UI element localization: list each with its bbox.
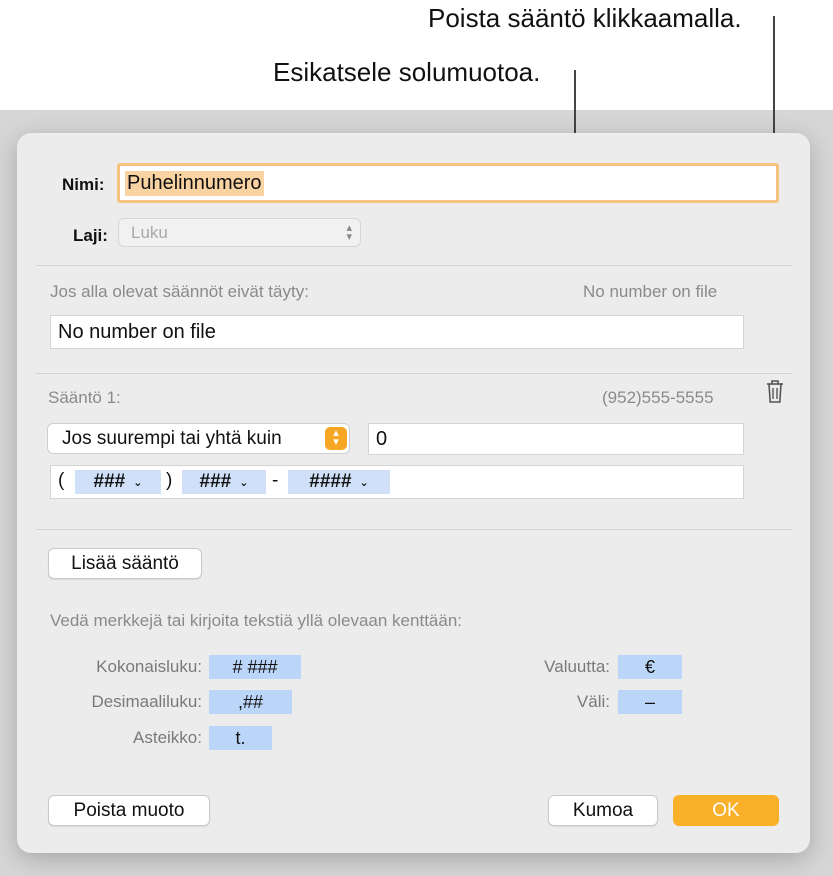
rule-value-input[interactable]: 0: [368, 423, 744, 455]
callout-preview-format: Esikatsele solumuotoa.: [273, 57, 541, 87]
chevron-down-icon: ⌄: [239, 476, 249, 489]
chevron-updown-icon: ▴ ▾: [346, 222, 352, 243]
format-token[interactable]: #### ⌄: [288, 470, 390, 494]
fallback-input-value: No number on file: [58, 320, 216, 343]
integer-label: Kokonaisluku:: [96, 657, 202, 676]
delete-format-button[interactable]: Poista muoto: [48, 795, 210, 826]
chevron-down-icon: ⌄: [359, 476, 369, 489]
rule-title: Sääntö 1:: [48, 388, 121, 407]
name-label: Nimi:: [62, 175, 105, 194]
fallback-preview: No number on file: [583, 282, 718, 301]
ok-button[interactable]: OK: [673, 795, 779, 826]
type-label: Laji:: [73, 226, 108, 245]
integer-chip[interactable]: # ###: [209, 655, 301, 679]
type-select-value: Luku: [131, 222, 168, 242]
currency-label: Valuutta:: [544, 657, 610, 676]
rule-preview: (952)555-5555: [602, 388, 714, 407]
format-token[interactable]: ### ⌄: [75, 470, 161, 494]
type-select[interactable]: Luku ▴ ▾: [118, 218, 361, 247]
currency-chip[interactable]: €: [618, 655, 682, 679]
spacing-label: Väli:: [576, 692, 610, 711]
separator: [36, 265, 792, 266]
format-close-paren: ): [166, 470, 173, 491]
palette-hint: Vedä merkkejä tai kirjoita tekstiä yllä …: [50, 611, 463, 630]
scale-label: Asteikko:: [133, 728, 202, 747]
format-token-text: ###: [93, 471, 126, 492]
chevron-updown-icon: ▴ ▾: [325, 427, 347, 450]
format-dash: -: [272, 470, 279, 491]
chevron-down-icon: ⌄: [133, 476, 143, 489]
format-open-paren: (: [58, 470, 65, 491]
cancel-button[interactable]: Kumoa: [548, 795, 658, 826]
trash-icon[interactable]: [764, 378, 786, 406]
rule-condition-value: Jos suurempi tai yhtä kuin: [62, 427, 282, 449]
fallback-input[interactable]: No number on file: [50, 315, 744, 349]
name-input[interactable]: Puhelinnumero: [117, 163, 779, 203]
separator: [36, 373, 792, 374]
name-input-value: Puhelinnumero: [125, 170, 264, 196]
callout-delete-rule: Poista sääntö klikkaamalla.: [428, 3, 742, 33]
add-rule-button[interactable]: Lisää sääntö: [48, 548, 202, 579]
format-token[interactable]: ### ⌄: [182, 470, 266, 494]
fallback-label: Jos alla olevat säännöt eivät täyty:: [50, 282, 309, 301]
decimal-chip[interactable]: ,##: [209, 690, 292, 714]
format-token-text: ###: [199, 471, 232, 492]
rule-value: 0: [376, 427, 388, 450]
custom-format-dialog: Nimi: Puhelinnumero Laji: Luku ▴ ▾ Jos al…: [17, 133, 810, 853]
format-token-text: ####: [309, 471, 352, 492]
rule-condition-select[interactable]: Jos suurempi tai yhtä kuin ▴ ▾: [47, 423, 350, 454]
scale-chip[interactable]: t.: [209, 726, 272, 750]
decimal-label: Desimaaliluku:: [91, 692, 202, 711]
separator: [36, 529, 792, 530]
spacing-chip[interactable]: –: [618, 690, 682, 714]
